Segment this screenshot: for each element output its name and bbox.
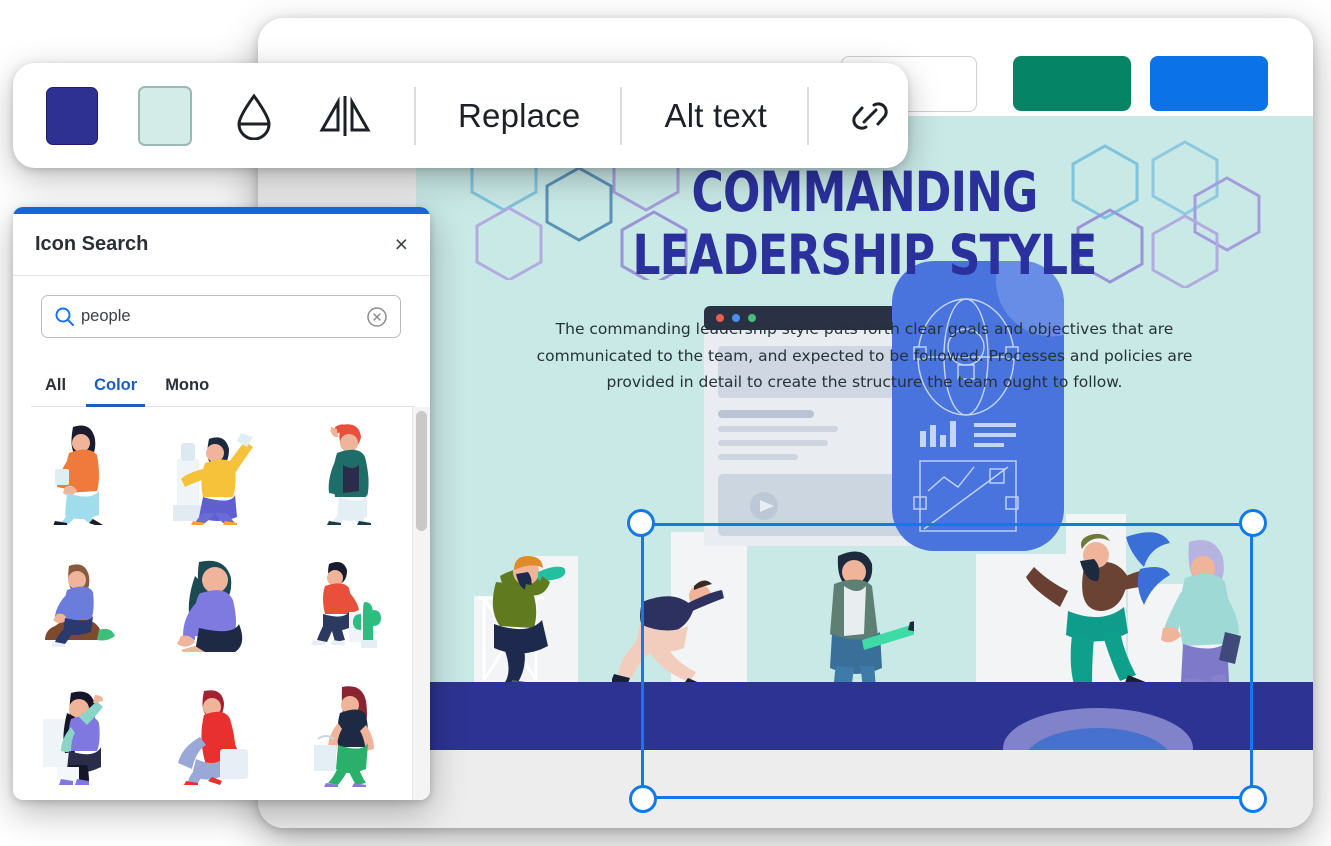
woman-sitting-on-rock-icon[interactable] (13, 538, 146, 669)
icon-search-dialog: Icon Search × All Color Mono (13, 207, 430, 800)
selection-handle-top-right[interactable] (1239, 509, 1267, 537)
dialog-title: Icon Search (35, 233, 148, 256)
woman-walking-with-tote-icon[interactable] (280, 669, 413, 800)
toolbar-divider-3 (807, 87, 809, 145)
woman-in-red-beanie-walking-icon[interactable] (280, 407, 413, 538)
tab-all[interactable]: All (31, 376, 80, 406)
replace-button[interactable]: Replace (458, 97, 580, 135)
icon-search-field[interactable] (41, 295, 401, 338)
opacity-droplet-icon[interactable] (234, 92, 274, 140)
tab-mono[interactable]: Mono (151, 376, 223, 406)
icon-filter-tabs: All Color Mono (31, 362, 415, 407)
slide-floor-band (416, 682, 1313, 750)
woman-sitting-on-floor-icon[interactable] (146, 538, 279, 669)
woman-walking-with-bag-icon[interactable] (13, 407, 146, 538)
slide-title[interactable]: COMMANDING LEADERSHIP STYLE (506, 161, 1224, 287)
person-reaching-illustration (612, 562, 742, 692)
selection-handle-bottom-left[interactable] (629, 785, 657, 813)
toolbar-divider-1 (414, 87, 416, 145)
woman-at-water-cooler-icon[interactable] (146, 407, 279, 538)
woman-in-red-dress-sitting-icon[interactable] (146, 669, 279, 800)
dialog-accent-bar (13, 207, 430, 214)
slide-title-line-1: COMMANDING (506, 161, 1224, 224)
icon-results-grid (13, 407, 413, 800)
person-sitting-by-cactus-icon[interactable] (280, 538, 413, 669)
tab-color[interactable]: Color (80, 376, 151, 406)
link-icon[interactable] (847, 93, 893, 139)
toolbar-divider-2 (620, 87, 622, 145)
screen-root: COMMANDING LEADERSHIP STYLE The commandi… (0, 0, 1331, 846)
slide-body-text[interactable]: The commanding leadership style puts for… (525, 316, 1205, 396)
primary-blue-button[interactable] (1150, 56, 1268, 111)
flip-horizontal-icon[interactable] (316, 92, 374, 140)
selection-handle-top-left[interactable] (627, 509, 655, 537)
scrollbar-thumb[interactable] (416, 411, 427, 531)
close-icon[interactable]: × (395, 233, 408, 256)
woman-sitting-drinking-icon[interactable] (13, 669, 146, 800)
slide-title-line-2: LEADERSHIP STYLE (506, 224, 1224, 287)
selection-handle-bottom-right[interactable] (1239, 785, 1267, 813)
alt-text-button[interactable]: Alt text (664, 97, 766, 135)
stroke-color-swatch[interactable] (138, 86, 192, 146)
slide-canvas[interactable]: COMMANDING LEADERSHIP STYLE The commandi… (416, 116, 1313, 750)
image-format-toolbar: Replace Alt text (13, 63, 908, 168)
clear-search-icon[interactable] (366, 306, 388, 328)
person-with-megaphone-illustration (464, 540, 584, 690)
icon-grid-scrollbar[interactable] (412, 407, 430, 800)
search-input[interactable] (75, 307, 366, 326)
primary-green-button[interactable] (1013, 56, 1131, 111)
fill-color-swatch[interactable] (46, 87, 98, 145)
dialog-header: Icon Search × (13, 214, 430, 276)
blueprint-panel-illustration (878, 261, 1078, 551)
search-icon (54, 306, 75, 327)
